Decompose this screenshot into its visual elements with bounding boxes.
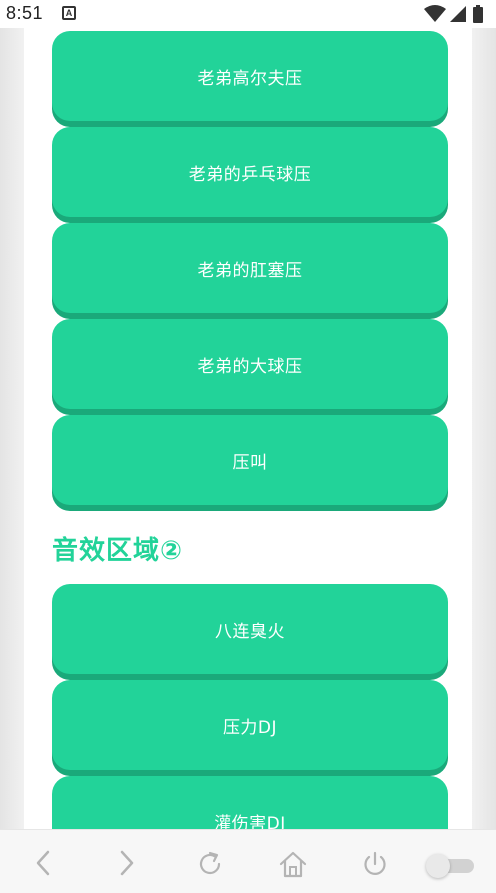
forward-icon[interactable] [114,850,138,876]
toggle-switch[interactable] [426,854,476,878]
battery-icon [473,5,483,23]
notification-icon: A [62,6,76,20]
status-bar: 8:51 A [0,0,496,28]
power-icon[interactable] [361,850,389,878]
sound-button[interactable]: 压力DJ [52,680,448,770]
back-icon[interactable] [32,850,56,876]
section-title: 音效区域② [52,536,184,566]
home-icon[interactable] [278,850,308,880]
sound-button[interactable]: 老弟的大球压 [52,319,448,409]
status-icons [424,4,488,24]
sound-button[interactable]: 压叫 [52,415,448,505]
signal-icon [450,6,466,22]
wifi-icon [424,5,446,22]
page-gutter-left [0,28,24,829]
sound-button[interactable]: 老弟的肛塞压 [52,223,448,313]
toggle-knob [426,854,450,878]
status-time: 8:51 [6,3,44,23]
sound-button[interactable]: 八连臭火 [52,584,448,674]
browser-nav-bar [0,829,496,893]
page-content[interactable]: 老弟高尔夫压 老弟的乒乓球压 老弟的肛塞压 老弟的大球压 压叫 音效区域② 八连… [24,28,472,829]
sound-button[interactable]: 灌伤害DJ [52,776,448,829]
sound-button[interactable]: 老弟的乒乓球压 [52,127,448,217]
page-gutter-right [472,28,496,829]
sound-button[interactable]: 老弟高尔夫压 [52,31,448,121]
refresh-icon[interactable] [196,850,224,878]
